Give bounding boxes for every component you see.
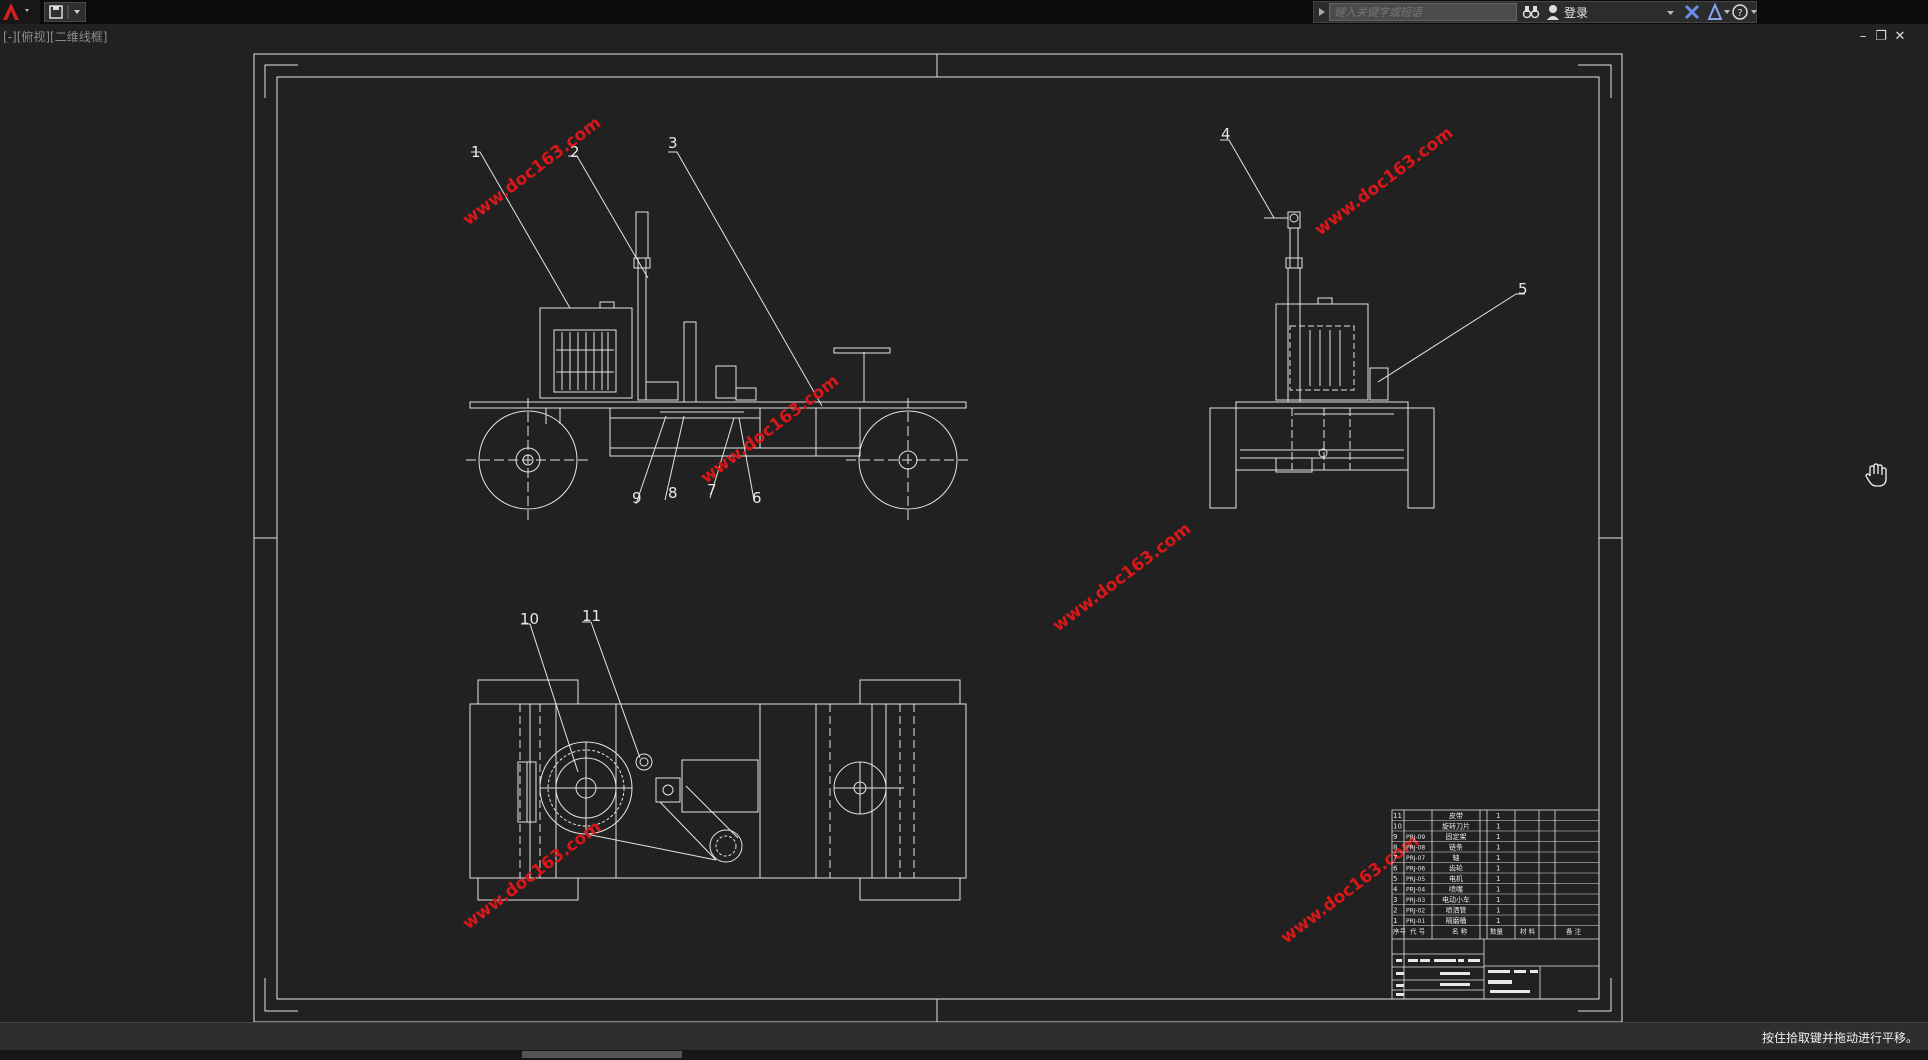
part-label-1: 1 [471, 143, 481, 161]
part-label-4: 4 [1221, 125, 1231, 143]
bom-header-cell: 备 注 [1566, 927, 1582, 936]
part-label-5: 5 [1518, 280, 1528, 298]
bom-cell-no: 10 [1393, 823, 1402, 831]
bom-cell-name: 轴 [1453, 853, 1460, 862]
part-label-8: 8 [668, 484, 678, 502]
watermark-text: www.doc163.com [459, 817, 605, 934]
hand-pan-cursor-icon [1865, 463, 1887, 487]
bom-cell-name: 链条 [1449, 843, 1463, 852]
bom-cell-code: PRJ-01 [1406, 918, 1425, 925]
bom-cell-qty: 1 [1496, 865, 1500, 873]
bom-cell-qty: 1 [1496, 812, 1500, 820]
bom-cell-code: PRJ-06 [1406, 866, 1425, 873]
bom-header-cell: 名 称 [1452, 927, 1468, 936]
bom-cell-no: 5 [1393, 875, 1397, 883]
bom-cell-name: 齿轮 [1449, 864, 1463, 873]
bom-cell-qty: 1 [1496, 907, 1500, 915]
bom-cell-qty: 1 [1496, 896, 1500, 904]
bom-cell-no: 6 [1393, 865, 1398, 873]
part-label-10: 10 [520, 610, 539, 628]
bom-cell-name: 隔磨桶 [1446, 916, 1467, 925]
part-label-9: 9 [632, 489, 642, 507]
bom-cell-name: 喷洒管 [1446, 906, 1467, 915]
bom-cell-no: 3 [1393, 896, 1397, 904]
bom-cell-qty: 1 [1496, 854, 1500, 862]
bom-cell-name: 固定架 [1446, 832, 1467, 841]
bom-cell-name: 旋转刀片 [1442, 822, 1470, 831]
bom-cell-name: 皮带 [1449, 811, 1463, 820]
bom-cell-name: 电动小车 [1442, 895, 1470, 904]
bom-cell-code: PRJ-05 [1406, 876, 1425, 883]
bom-cell-no: 9 [1393, 833, 1397, 841]
bom-cell-no: 2 [1393, 907, 1397, 915]
part-label-11: 11 [582, 607, 601, 625]
bom-cell-qty: 1 [1496, 875, 1500, 883]
bom-cell-name: 喷嘴 [1449, 885, 1463, 894]
layout-tab-bar [0, 1050, 1928, 1060]
watermark-text: www.doc163.com [1311, 123, 1457, 240]
watermark-text: www.doc163.com [1049, 519, 1195, 636]
bill-of-materials: 11 皮带 110 旋转刀片 19 PRJ-09 固定架 18 PRJ-08 链条 17 PRJ-07… [1391, 809, 1600, 1000]
part-label-6: 6 [752, 489, 762, 507]
bom-cell-no: 7 [1393, 854, 1397, 862]
bom-cell-code: PRJ-08 [1406, 845, 1425, 852]
bom-header-cell: 数量 [1490, 927, 1504, 936]
bom-cell-no: 1 [1393, 917, 1397, 925]
bom-cell-qty: 1 [1496, 886, 1500, 894]
bom-cell-code: PRJ-07 [1406, 855, 1425, 862]
status-message: 按住拾取键并拖动进行平移。 [1761, 1031, 1918, 1045]
part-label-3: 3 [668, 134, 678, 152]
bom-cell-no: 8 [1393, 844, 1397, 852]
bom-cell-code: PRJ-02 [1406, 908, 1425, 915]
watermark-text: www.doc163.com [697, 371, 843, 488]
bom-cell-qty: 1 [1496, 833, 1500, 841]
horizontal-scrollbar-thumb[interactable] [522, 1051, 682, 1058]
bom-cell-no: 4 [1393, 886, 1398, 894]
drawing-canvas[interactable]: 1 2 3 4 5 6 7 8 9 10 11 www.doc163.com w… [0, 0, 1928, 1022]
bom-cell-code: PRJ-04 [1406, 887, 1425, 894]
side-view [1209, 211, 1435, 509]
bom-cell-name: 电机 [1449, 874, 1463, 883]
bom-header-cell: 材 料 [1520, 927, 1536, 936]
bom-cell-qty: 1 [1496, 917, 1500, 925]
bom-cell-no: 11 [1393, 812, 1402, 820]
watermark-text: www.doc163.com [459, 113, 605, 230]
bom-header-cell: 序号 [1393, 927, 1407, 936]
bom-cell-code: PRJ-09 [1406, 834, 1425, 841]
bom-cell-code: PRJ-03 [1406, 897, 1425, 904]
bom-cell-qty: 1 [1496, 844, 1500, 852]
status-bar: 按住拾取键并拖动进行平移。 [0, 1022, 1928, 1051]
bom-header-cell: 代 号 [1410, 927, 1426, 936]
bom-cell-qty: 1 [1496, 823, 1500, 831]
